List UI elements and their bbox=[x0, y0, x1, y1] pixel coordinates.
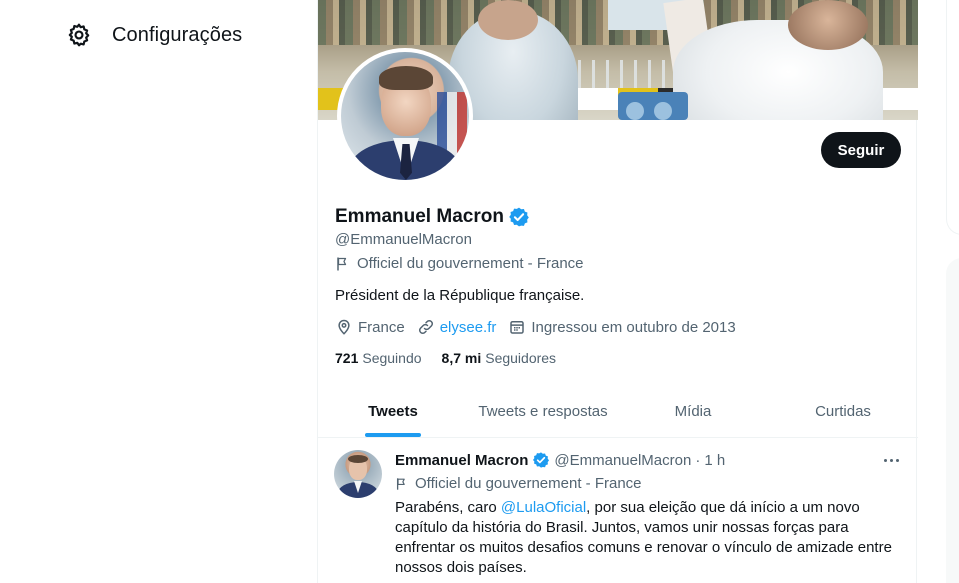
banner-person-head bbox=[788, 0, 868, 50]
sidebar-item-label: Configurações bbox=[112, 23, 243, 46]
tab-label: Curtidas bbox=[815, 403, 871, 420]
profile-avatar[interactable] bbox=[337, 48, 473, 184]
dot bbox=[883, 458, 887, 462]
banner-sign bbox=[618, 92, 688, 120]
profile-display-name: Emmanuel Macron bbox=[335, 206, 504, 227]
more-options-icon[interactable] bbox=[881, 450, 901, 470]
profile-tabs: Tweets Tweets e respostas Mídia Curtidas bbox=[318, 386, 918, 438]
tab-likes[interactable]: Curtidas bbox=[768, 386, 918, 437]
avatar-hair bbox=[348, 455, 368, 463]
dot bbox=[889, 458, 893, 462]
followers-label: Seguidores bbox=[485, 350, 557, 366]
tweet-author-name[interactable]: Emmanuel Macron bbox=[395, 452, 528, 469]
profile-name-row: Emmanuel Macron bbox=[335, 206, 530, 228]
tab-label: Mídia bbox=[674, 403, 712, 420]
website-link[interactable]: elysee.fr bbox=[440, 319, 497, 336]
flag-icon bbox=[337, 257, 347, 270]
right-sidebar-card bbox=[946, 258, 959, 583]
profile-location: France bbox=[335, 318, 405, 336]
location-label: France bbox=[358, 318, 405, 336]
following-link[interactable]: 721 Seguindo bbox=[335, 350, 422, 366]
tweet-item[interactable]: Emmanuel Macron @EmmanuelMacron · 1 h Of… bbox=[318, 438, 918, 583]
tab-tweets[interactable]: Tweets bbox=[318, 386, 468, 437]
flag-icon bbox=[396, 477, 405, 490]
profile-affiliation: Officiel du gouvernement - France bbox=[335, 255, 584, 272]
tweet-affiliation: Officiel du gouvernement - France bbox=[395, 475, 642, 492]
profile-bio: Président de la République française. bbox=[335, 287, 585, 304]
tab-media[interactable]: Mídia bbox=[618, 386, 768, 437]
right-sidebar-card bbox=[946, 0, 959, 235]
profile-handle: @EmmanuelMacron bbox=[335, 231, 472, 248]
profile-website[interactable]: elysee.fr bbox=[417, 318, 497, 336]
tweet-header: Emmanuel Macron @EmmanuelMacron · 1 h bbox=[395, 451, 725, 469]
verified-badge-icon bbox=[533, 452, 550, 468]
followers-link[interactable]: 8,7 mi Seguidores bbox=[442, 350, 557, 366]
followers-count: 8,7 mi bbox=[441, 350, 482, 366]
tweet-separator: · bbox=[695, 451, 701, 469]
link-icon bbox=[418, 319, 433, 335]
tweet-text: Parabéns, caro @LulaOficial, por sua ele… bbox=[395, 498, 905, 578]
tweet-author-handle[interactable]: @EmmanuelMacron bbox=[554, 452, 691, 469]
tab-label: Tweets bbox=[368, 403, 418, 420]
tab-label: Tweets e respostas bbox=[478, 403, 608, 420]
sidebar-item-settings[interactable]: Configurações bbox=[66, 22, 242, 48]
gear-icon bbox=[68, 23, 90, 47]
affiliation-label: Officiel du gouvernement - France bbox=[415, 475, 642, 492]
following-count: 721 bbox=[335, 350, 359, 366]
tweet-timestamp[interactable]: 1 h bbox=[704, 452, 725, 469]
profile-joined: Ingressou em outubro de 2013 bbox=[508, 318, 736, 336]
tweet-mention-link[interactable]: @LulaOficial bbox=[501, 499, 586, 516]
avatar-hair bbox=[379, 66, 433, 90]
tweet-text-start: Parabéns, caro bbox=[395, 499, 501, 516]
active-tab-indicator bbox=[365, 433, 421, 437]
profile-column: Seguir Emmanuel Macron @EmmanuelMacron O… bbox=[317, 0, 918, 583]
banner-person-head bbox=[478, 0, 538, 40]
following-label: Seguindo bbox=[362, 350, 422, 366]
tweet-author-avatar[interactable] bbox=[334, 450, 382, 498]
joined-label: Ingressou em outubro de 2013 bbox=[531, 318, 736, 336]
follow-button[interactable]: Seguir bbox=[821, 132, 901, 168]
tab-tweets-and-replies[interactable]: Tweets e respostas bbox=[468, 386, 618, 437]
profile-meta: France elysee.fr Ingressou em outubro de… bbox=[335, 318, 736, 336]
affiliation-label: Officiel du gouvernement - France bbox=[357, 255, 584, 272]
calendar-icon bbox=[510, 321, 525, 334]
location-pin-icon bbox=[338, 319, 350, 335]
dot bbox=[895, 458, 899, 462]
verified-badge-icon[interactable] bbox=[508, 206, 530, 228]
profile-stats: 721 Seguindo 8,7 mi Seguidores bbox=[335, 350, 556, 366]
